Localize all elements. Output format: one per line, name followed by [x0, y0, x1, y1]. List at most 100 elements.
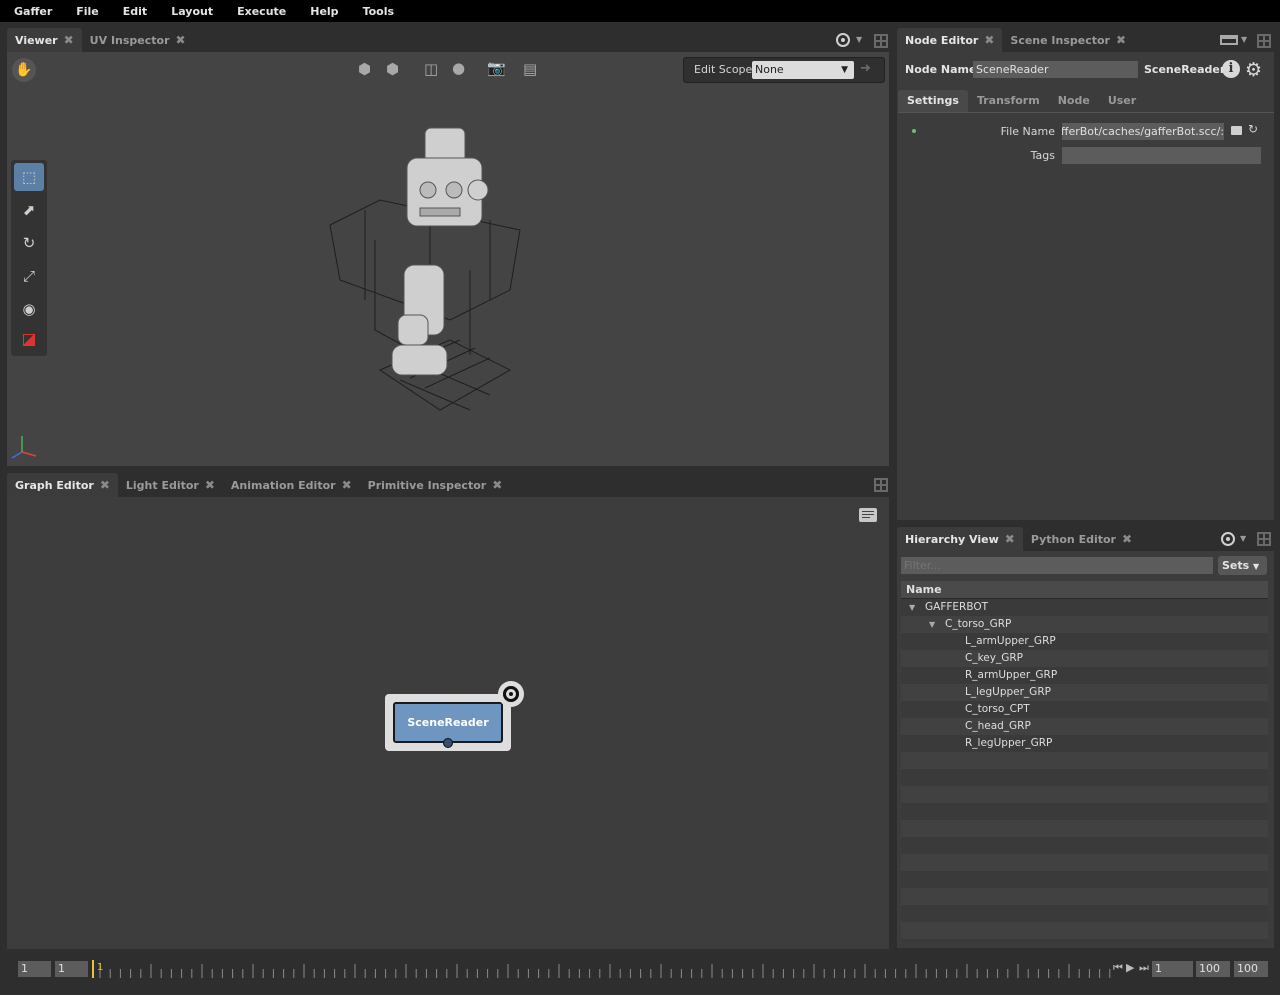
close-icon[interactable]: ✖ [64, 33, 74, 47]
timeline-slider[interactable] [92, 958, 1112, 980]
menu-file[interactable]: File [62, 5, 109, 18]
edit-scope-select[interactable]: None ▼ [752, 61, 854, 79]
close-icon[interactable]: ✖ [205, 478, 215, 492]
wireframe-cube-icon[interactable]: ◫ [424, 60, 438, 78]
refresh-icon[interactable]: ↻ [1248, 122, 1258, 136]
expand-triangle-icon[interactable]: ▼ [929, 616, 941, 633]
timeline-end-field[interactable]: 100 [1234, 961, 1268, 977]
tab-light-editor[interactable]: Light Editor ✖ [118, 473, 223, 497]
tree-row[interactable]: R_legUpper_GRP [901, 735, 1268, 752]
step-back-icon[interactable]: ⏮ [1113, 961, 1123, 975]
layout-grid-icon[interactable] [1257, 532, 1271, 546]
node-name-field[interactable]: SceneReader [973, 61, 1138, 78]
hand-icon[interactable]: ✋ [12, 58, 36, 82]
tab-viewer[interactable]: Viewer ✖ [7, 28, 82, 52]
tree-row[interactable]: ▼ GAFFERBOT [901, 599, 1268, 616]
close-icon[interactable]: ✖ [1005, 532, 1015, 546]
editor-focus-menu-icon[interactable] [1220, 35, 1238, 45]
camera-icon[interactable]: 📷 [487, 59, 506, 77]
scale-tool[interactable]: ⤢ [14, 262, 44, 290]
chevron-down-icon[interactable]: ▼ [1240, 534, 1246, 543]
tab-hierarchy-view[interactable]: Hierarchy View ✖ [897, 527, 1023, 551]
tab-transform[interactable]: Transform [968, 90, 1049, 112]
camera-tool[interactable]: ◉ [14, 295, 44, 323]
tab-scene-inspector[interactable]: Scene Inspector ✖ [1002, 28, 1134, 52]
tree-row-label: R_armUpper_GRP [965, 669, 1058, 681]
hierarchy-target-icon[interactable] [1221, 532, 1235, 546]
menu-tools[interactable]: Tools [349, 5, 404, 18]
tree-row-label: L_armUpper_GRP [965, 635, 1056, 647]
menu-execute[interactable]: Execute [223, 5, 296, 18]
menu-bar: Gaffer File Edit Layout Execute Help Too… [0, 0, 1280, 22]
tab-python-editor-label: Python Editor [1030, 532, 1116, 546]
tab-python-editor[interactable]: Python Editor ✖ [1023, 527, 1140, 551]
current-frame-field[interactable]: 1 [1152, 961, 1193, 977]
play-icon[interactable]: ▶ [1126, 961, 1134, 974]
close-icon[interactable]: ✖ [1122, 532, 1132, 546]
tree-row[interactable]: C_torso_CPT [901, 701, 1268, 718]
close-icon[interactable]: ✖ [984, 33, 994, 47]
tab-uv-inspector[interactable]: UV Inspector ✖ [82, 28, 194, 52]
menu-edit[interactable]: Edit [109, 5, 157, 18]
translate-arrow-icon: ⬈ [22, 201, 36, 219]
shading-sphere-icon[interactable]: ● [452, 59, 465, 77]
tags-field[interactable] [1062, 147, 1261, 164]
step-forward-icon[interactable]: ⏭ [1139, 961, 1149, 975]
timeline-range-start-field[interactable]: 1 [55, 961, 88, 977]
tab-node[interactable]: Node [1049, 90, 1099, 112]
node-label: SceneReader [407, 716, 489, 729]
layout-grid-icon[interactable] [1257, 34, 1271, 48]
layout-grid-icon[interactable] [874, 478, 888, 492]
file-name-field[interactable]: :/gafferBot/caches/gafferBot.scc [1062, 123, 1224, 140]
robot-model[interactable] [320, 120, 540, 420]
tree-row[interactable]: L_armUpper_GRP [901, 633, 1268, 650]
gear-icon[interactable]: ⚙ [1245, 59, 1262, 81]
filter-input[interactable] [901, 557, 1213, 574]
tab-node-editor[interactable]: Node Editor ✖ [897, 28, 1003, 52]
tab-user[interactable]: User [1099, 90, 1145, 112]
menu-layout[interactable]: Layout [157, 5, 223, 18]
close-icon[interactable]: ✖ [100, 478, 110, 492]
expand-triangle-icon[interactable]: ▼ [909, 599, 921, 616]
folder-icon[interactable] [1231, 126, 1242, 135]
tab-primitive-inspector[interactable]: Primitive Inspector ✖ [360, 473, 511, 497]
scenereader-node[interactable]: SceneReader [393, 702, 503, 743]
tree-row[interactable]: C_head_GRP [901, 718, 1268, 735]
chevron-down-icon[interactable]: ▼ [1241, 35, 1247, 44]
close-icon[interactable]: ✖ [492, 478, 502, 492]
tree-row[interactable]: ▼ C_torso_GRP [901, 616, 1268, 633]
tree-row[interactable]: C_key_GRP [901, 650, 1268, 667]
rotate-tool[interactable]: ↻ [14, 229, 44, 257]
tab-graph-editor[interactable]: Graph Editor ✖ [7, 473, 118, 497]
tags-label: Tags [1030, 149, 1055, 162]
expansion-icon[interactable]: ⬢ [386, 60, 399, 78]
timeline-start-field[interactable]: 1 [18, 961, 51, 977]
sets-button[interactable]: Sets ▼ [1218, 556, 1267, 575]
viewer-target-icon[interactable] [836, 33, 850, 47]
crop-window-tool[interactable] [14, 326, 44, 354]
tree-row[interactable]: R_armUpper_GRP [901, 667, 1268, 684]
selection-mask-icon[interactable]: ⬢ [358, 60, 371, 78]
translate-tool[interactable]: ⬈ [14, 196, 44, 224]
node-output-plug[interactable] [443, 738, 453, 748]
tab-settings[interactable]: Settings [898, 90, 968, 112]
column-header-name[interactable]: Name [901, 581, 1268, 599]
timeline-range-end-field[interactable]: 100 [1196, 961, 1230, 977]
close-icon[interactable]: ✖ [342, 478, 352, 492]
annotation-icon[interactable] [859, 508, 877, 522]
layout-grid-icon[interactable] [874, 34, 888, 48]
info-icon[interactable]: i [1222, 60, 1240, 78]
grid-gnomon-icon[interactable]: ▤ [523, 60, 537, 78]
tab-scene-inspector-label: Scene Inspector [1010, 33, 1110, 47]
edit-scope: Edit Scope None ▼ ➜ [683, 57, 885, 83]
tree-row[interactable]: L_legUpper_GRP [901, 684, 1268, 701]
focus-node-icon[interactable] [498, 681, 524, 707]
arrow-right-icon[interactable]: ➜ [860, 61, 871, 76]
tab-animation-editor[interactable]: Animation Editor ✖ [223, 473, 360, 497]
close-icon[interactable]: ✖ [176, 33, 186, 47]
menu-help[interactable]: Help [296, 5, 348, 18]
chevron-down-icon[interactable]: ▼ [856, 35, 862, 44]
select-tool[interactable]: ⬚ [14, 163, 44, 191]
close-icon[interactable]: ✖ [1116, 33, 1126, 47]
menu-gaffer[interactable]: Gaffer [0, 5, 62, 18]
